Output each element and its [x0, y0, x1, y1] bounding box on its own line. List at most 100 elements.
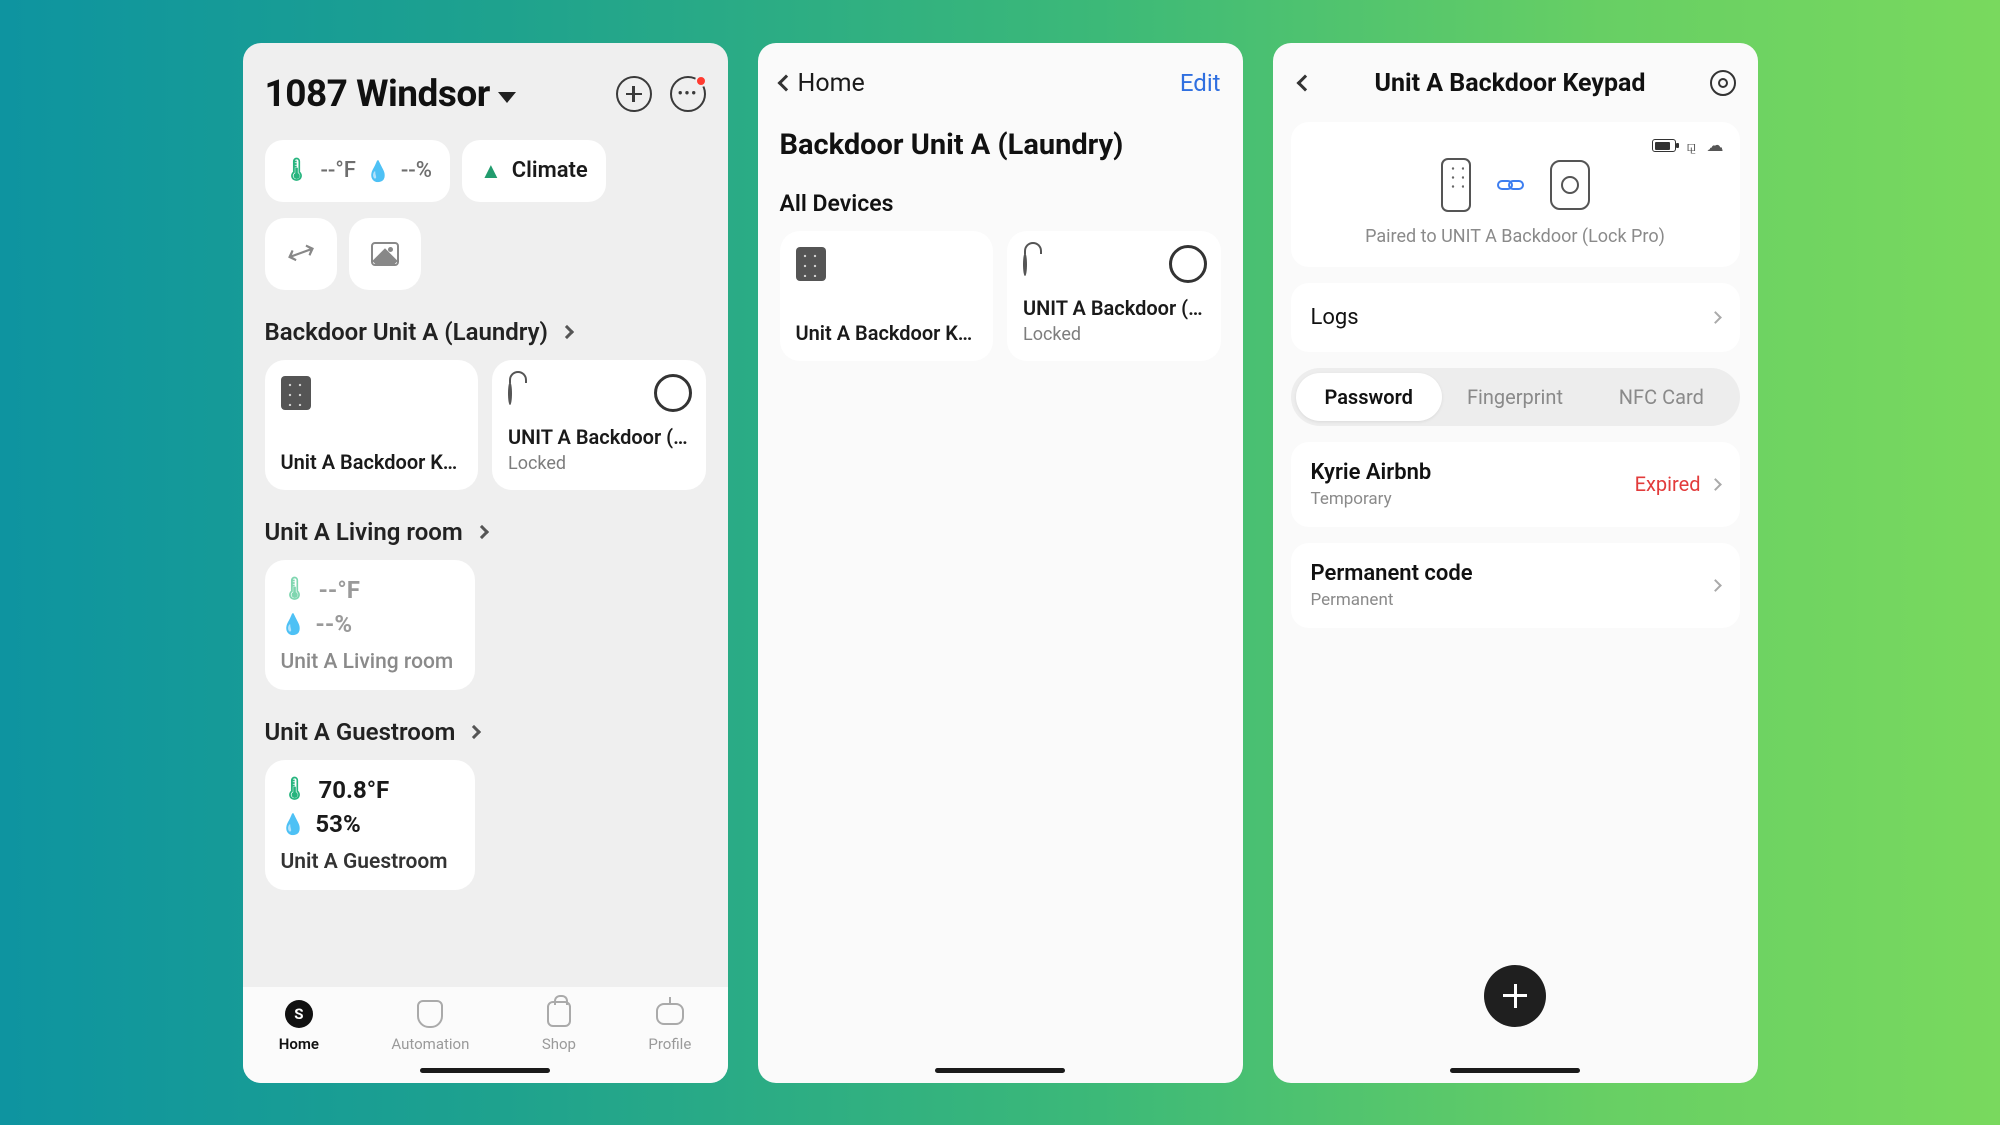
- chevron-right-icon: [560, 324, 574, 338]
- lock-card-label: UNIT A Backdoor (Lo…: [508, 425, 690, 449]
- keypad-card[interactable]: Unit A Backdoor Key…: [265, 360, 479, 490]
- guest-humidity: 53%: [315, 810, 360, 838]
- entry-type: Permanent: [1311, 590, 1473, 610]
- entry-name: Permanent code: [1311, 561, 1473, 586]
- tab-automation[interactable]: Automation: [391, 999, 469, 1053]
- edit-button[interactable]: Edit: [1180, 69, 1221, 97]
- caret-down-icon: [498, 92, 516, 103]
- lock-icon: [1023, 253, 1027, 276]
- lock-card[interactable]: UNIT A Backdoor (Lo… Locked: [1007, 231, 1221, 361]
- lock-status: Locked: [508, 453, 690, 474]
- lock-icon: [508, 382, 512, 405]
- back-label: Home: [798, 69, 865, 98]
- living-room-name: Unit A Living room: [281, 650, 459, 674]
- droplet-icon: 💧: [281, 612, 306, 636]
- section-title: Backdoor Unit A (Laundry): [265, 318, 548, 346]
- password-entry-kyrie[interactable]: Kyrie Airbnb Temporary Expired: [1291, 442, 1740, 527]
- room-screen: Home Edit Backdoor Unit A (Laundry) All …: [758, 43, 1243, 1083]
- logs-label: Logs: [1311, 305, 1359, 330]
- image-icon: [371, 242, 399, 266]
- climate-label: Climate: [512, 158, 588, 183]
- thermometer-icon: 🌡: [281, 777, 309, 802]
- environment-chip[interactable]: 🌡 --°F 💧 --%: [265, 140, 450, 202]
- tab-label: Shop: [542, 1035, 576, 1053]
- unlink-shortcut[interactable]: ⤢: [265, 218, 337, 290]
- leaf-icon: ▲: [480, 158, 502, 184]
- tab-label: Profile: [648, 1035, 691, 1053]
- lock-card[interactable]: UNIT A Backdoor (Lo… Locked: [492, 360, 706, 490]
- lock-card-label: UNIT A Backdoor (Lo…: [1023, 296, 1205, 320]
- home-name: 1087 Windsor: [265, 73, 490, 116]
- page-title: Unit A Backdoor Keypad: [1311, 69, 1710, 98]
- living-humidity: --%: [315, 610, 352, 638]
- more-button[interactable]: [670, 76, 706, 112]
- section-title: Unit A Living room: [265, 518, 463, 546]
- tab-password[interactable]: Password: [1296, 373, 1442, 421]
- paired-text: Paired to UNIT A Backdoor (Lock Pro): [1307, 226, 1724, 247]
- guest-climate-card[interactable]: 🌡70.8°F 💧53% Unit A Guestroom: [265, 760, 475, 890]
- tab-home[interactable]: S Home: [279, 999, 319, 1053]
- droplet-icon: 💧: [366, 159, 391, 183]
- tab-label: Home: [279, 1035, 319, 1053]
- temp-value: --°F: [320, 158, 355, 183]
- bluetooth-icon: ⚼: [1686, 137, 1696, 155]
- climate-chip[interactable]: ▲ Climate: [462, 140, 606, 202]
- thermometer-icon: 🌡: [283, 158, 311, 183]
- home-indicator[interactable]: [935, 1068, 1065, 1073]
- room-title: Backdoor Unit A (Laundry): [758, 106, 1243, 170]
- link-icon: [1497, 180, 1524, 190]
- settings-button[interactable]: [1710, 70, 1736, 96]
- guest-room-name: Unit A Guestroom: [281, 850, 459, 874]
- chevron-left-icon: [777, 75, 794, 92]
- logs-row[interactable]: Logs: [1291, 283, 1740, 352]
- entry-name: Kyrie Airbnb: [1311, 460, 1432, 485]
- tab-fingerprint[interactable]: Fingerprint: [1442, 373, 1588, 421]
- chevron-right-icon: [1709, 478, 1722, 491]
- section-guest[interactable]: Unit A Guestroom: [243, 690, 728, 760]
- chevron-right-icon: [467, 724, 481, 738]
- home-screen: 1087 Windsor 🌡 --°F 💧 --% ▲ Climate ⤢: [243, 43, 728, 1083]
- entry-type: Temporary: [1311, 489, 1432, 509]
- battery-icon: [1652, 139, 1676, 152]
- tab-nfc[interactable]: NFC Card: [1588, 373, 1734, 421]
- devices-header: All Devices: [758, 170, 1243, 231]
- keypad-detail-screen: Unit A Backdoor Keypad ⚼ ☁ Paired to UNI…: [1273, 43, 1758, 1083]
- home-selector[interactable]: 1087 Windsor: [265, 73, 516, 116]
- entry-status: Expired: [1635, 472, 1701, 496]
- tab-label: Automation: [391, 1035, 469, 1053]
- add-password-button[interactable]: [1484, 965, 1546, 1027]
- humidity-value: --%: [401, 158, 432, 183]
- living-climate-card[interactable]: 🌡 --°F 💧 --% Unit A Living room: [265, 560, 475, 690]
- home-indicator[interactable]: [420, 1068, 550, 1073]
- keypad-card-label: Unit A Backdoor Key…: [796, 321, 978, 345]
- tab-profile[interactable]: Profile: [648, 999, 691, 1053]
- image-shortcut[interactable]: [349, 218, 421, 290]
- chevron-right-icon: [1709, 579, 1722, 592]
- lock-device-icon: [1550, 160, 1590, 210]
- section-backdoor[interactable]: Backdoor Unit A (Laundry): [243, 290, 728, 360]
- notification-badge: [695, 75, 707, 87]
- keypad-card[interactable]: Unit A Backdoor Key…: [780, 231, 994, 361]
- back-button[interactable]: Home: [780, 69, 865, 98]
- section-title: Unit A Guestroom: [265, 718, 456, 746]
- section-living[interactable]: Unit A Living room: [243, 490, 728, 560]
- broken-link-icon: ⤢: [285, 235, 317, 272]
- add-button[interactable]: [616, 76, 652, 112]
- living-temp: --°F: [318, 576, 359, 604]
- password-entry-permanent[interactable]: Permanent code Permanent: [1291, 543, 1740, 628]
- pairing-panel: ⚼ ☁ Paired to UNIT A Backdoor (Lock Pro): [1291, 122, 1740, 267]
- guest-temp: 70.8°F: [318, 776, 389, 804]
- thermometer-icon: 🌡: [281, 577, 309, 602]
- lock-status: Locked: [1023, 324, 1205, 345]
- bag-icon: [547, 1001, 571, 1027]
- credential-type-tabs: Password Fingerprint NFC Card: [1291, 368, 1740, 426]
- cloud-icon: ☁: [1707, 136, 1724, 156]
- keypad-icon: [281, 376, 311, 410]
- chevron-right-icon: [475, 524, 489, 538]
- home-indicator[interactable]: [1450, 1068, 1580, 1073]
- keypad-icon: [796, 247, 826, 281]
- keypad-card-label: Unit A Backdoor Key…: [281, 450, 463, 474]
- shield-icon: [417, 1000, 443, 1028]
- tab-shop[interactable]: Shop: [542, 999, 576, 1053]
- home-icon: S: [285, 1000, 313, 1028]
